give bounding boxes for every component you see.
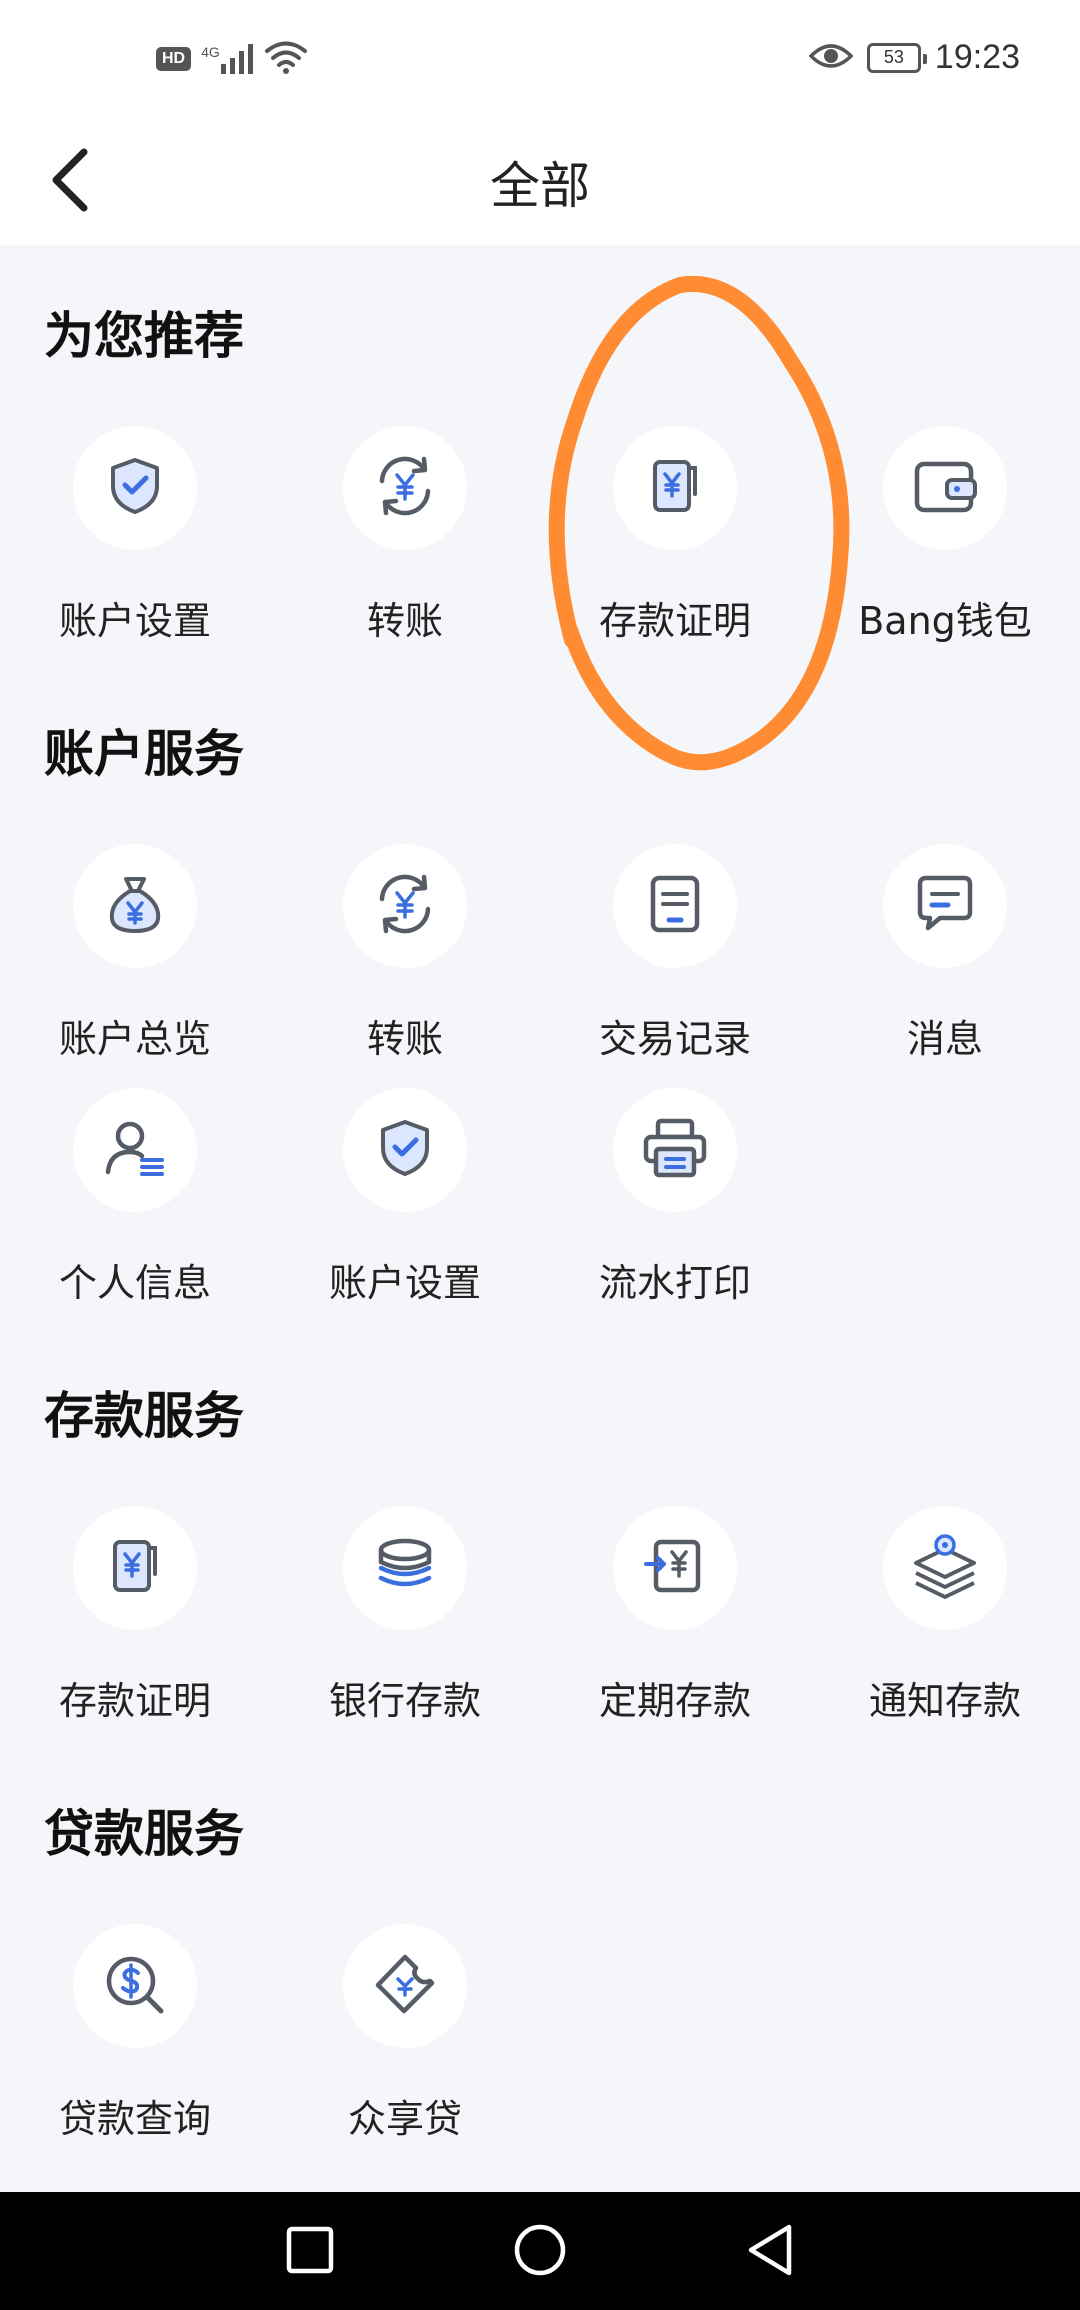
square-icon xyxy=(286,2226,334,2278)
item-label: 定期存款 xyxy=(598,1679,751,1723)
icon-button xyxy=(73,844,197,968)
item-fixed-deposit[interactable]: 定期存款 xyxy=(540,1506,810,1725)
item-account-overview[interactable]: 账户总览 xyxy=(0,844,270,1063)
section-title-deposit-services: 存款服务 xyxy=(44,1387,244,1445)
header: 全部 xyxy=(0,120,1080,245)
icon-button xyxy=(73,1924,197,2048)
recent-apps-button[interactable] xyxy=(280,2222,340,2282)
item-bank-deposit[interactable]: 银行存款 xyxy=(270,1506,540,1725)
item-notice-deposit[interactable]: 通知存款 xyxy=(810,1506,1080,1725)
layers-icon xyxy=(910,1533,980,1603)
item-label: 流水打印 xyxy=(598,1261,751,1305)
item-label: 消息 xyxy=(906,1017,983,1061)
icon-button xyxy=(343,1924,467,2048)
transfer-yen-icon xyxy=(372,871,438,941)
wallet-icon xyxy=(911,454,979,522)
loan-search-icon xyxy=(101,1951,169,2021)
icon-button xyxy=(613,1088,737,1212)
item-loan-inquiry[interactable]: 贷款查询 xyxy=(0,1924,270,2143)
icon-button xyxy=(343,1088,467,1212)
battery-icon: 53 xyxy=(866,42,927,73)
item-label: 存款证明 xyxy=(598,599,751,643)
item-zhongxiang-loan[interactable]: 众享贷 xyxy=(270,1924,540,2143)
icon-button xyxy=(883,1506,1007,1630)
icon-button xyxy=(73,1506,197,1630)
icon-button xyxy=(343,1506,467,1630)
item-transfer-2[interactable]: 转账 xyxy=(270,844,540,1063)
item-label: 个人信息 xyxy=(58,1261,211,1305)
printer-icon xyxy=(640,1115,710,1185)
status-right: 53 19:23 xyxy=(808,38,1020,77)
eye-icon xyxy=(808,41,854,75)
battery-level: 53 xyxy=(883,47,904,67)
system-back-button[interactable] xyxy=(740,2222,800,2282)
item-account-settings-2[interactable]: 账户设置 xyxy=(270,1088,540,1307)
fixed-deposit-icon xyxy=(642,1534,708,1602)
item-deposit-certificate[interactable]: 存款证明 xyxy=(540,426,810,645)
deposit-certificate-icon xyxy=(103,1534,167,1602)
cell-signal-icon: 4G xyxy=(201,44,254,74)
icon-button xyxy=(73,426,197,550)
ticket-icon xyxy=(372,1951,438,2021)
item-bang-wallet[interactable]: Bang钱包 xyxy=(810,426,1080,645)
triangle-back-icon xyxy=(745,2223,795,2281)
money-bag-icon xyxy=(102,871,168,941)
item-label: 交易记录 xyxy=(598,1017,751,1061)
item-label: 银行存款 xyxy=(328,1679,481,1723)
coin-stack-icon xyxy=(372,1534,438,1602)
item-transaction-records[interactable]: 交易记录 xyxy=(540,844,810,1063)
item-statement-print[interactable]: 流水打印 xyxy=(540,1088,810,1307)
item-label: 账户设置 xyxy=(328,1261,481,1305)
item-label: 账户总览 xyxy=(58,1017,211,1061)
home-button[interactable] xyxy=(510,2222,570,2282)
icon-button xyxy=(613,426,737,550)
item-label: 转账 xyxy=(366,1017,443,1061)
icon-button xyxy=(343,844,467,968)
page-title: 全部 xyxy=(490,157,590,215)
item-label: 贷款查询 xyxy=(58,2097,211,2141)
item-account-settings[interactable]: 账户设置 xyxy=(0,426,270,645)
item-label: 转账 xyxy=(366,599,443,643)
icon-button xyxy=(73,1088,197,1212)
wifi-icon xyxy=(264,40,308,78)
transfer-yen-icon xyxy=(372,453,438,523)
shield-check-icon xyxy=(103,454,167,522)
clock: 19:23 xyxy=(934,38,1020,76)
item-personal-info[interactable]: 个人信息 xyxy=(0,1088,270,1307)
hd-badge: HD xyxy=(156,47,192,71)
section-title-loan-services: 贷款服务 xyxy=(44,1805,244,1863)
icon-button xyxy=(883,844,1007,968)
network-type: 4G xyxy=(201,44,220,60)
item-label: 众享贷 xyxy=(347,2097,462,2141)
icon-button xyxy=(343,426,467,550)
section-title-recommended: 为您推荐 xyxy=(44,307,244,365)
icon-button xyxy=(613,844,737,968)
icon-button xyxy=(613,1506,737,1630)
message-icon xyxy=(912,872,978,940)
item-deposit-certificate-2[interactable]: 存款证明 xyxy=(0,1506,270,1725)
navigation-bar xyxy=(0,2192,1080,2310)
status-left: HD 4G xyxy=(156,40,308,78)
person-info-icon xyxy=(102,1116,168,1184)
item-label: 账户设置 xyxy=(58,599,211,643)
deposit-certificate-icon xyxy=(643,454,707,522)
shield-check-icon xyxy=(373,1116,437,1184)
item-label: 通知存款 xyxy=(868,1679,1021,1723)
status-bar: HD 4G 53 19:23 xyxy=(0,0,1080,120)
item-messages[interactable]: 消息 xyxy=(810,844,1080,1063)
circle-icon xyxy=(513,2223,567,2281)
item-label: Bang钱包 xyxy=(858,599,1032,643)
transaction-record-icon xyxy=(643,872,707,940)
item-label: 存款证明 xyxy=(58,1679,211,1723)
icon-button xyxy=(883,426,1007,550)
item-transfer[interactable]: 转账 xyxy=(270,426,540,645)
section-title-account-services: 账户服务 xyxy=(44,725,244,783)
